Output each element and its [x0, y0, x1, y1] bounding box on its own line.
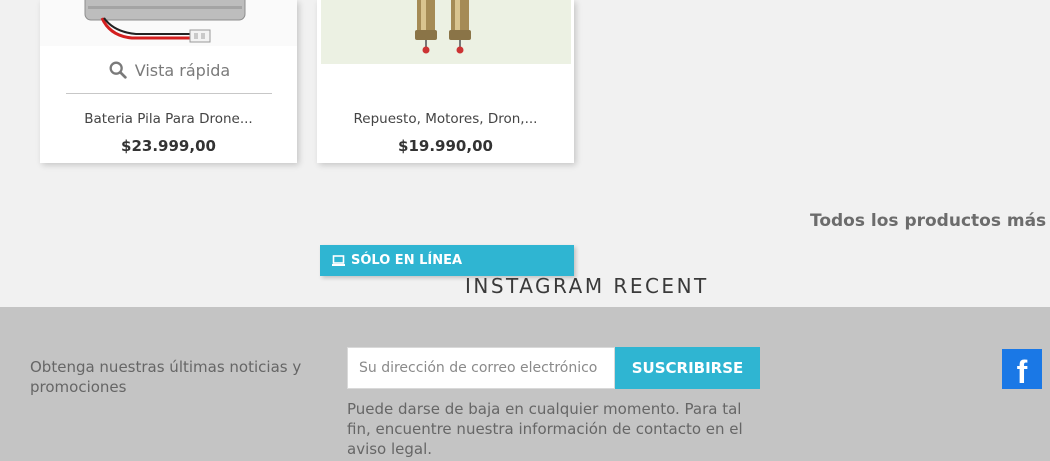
online-only-badge: SÓLO EN LÍNEA: [320, 245, 574, 276]
product-name-link[interactable]: Repuesto, Motores, Dron,...: [317, 111, 574, 127]
product-price: $19.990,00: [398, 137, 493, 155]
page: Vista rápida Bateria Pila Para Drone... …: [0, 0, 1050, 461]
product-price: $23.999,00: [121, 137, 216, 155]
instagram-section-title: INSTAGRAM RECENT: [465, 274, 709, 298]
product-image[interactable]: [317, 0, 574, 92]
product-card[interactable]: Vista rápida Bateria Pila Para Drone... …: [40, 0, 297, 163]
product-image[interactable]: [40, 0, 297, 46]
footer: Obtenga nuestras últimas noticias y prom…: [0, 307, 1050, 461]
product-name-link[interactable]: Bateria Pila Para Drone...: [40, 111, 297, 127]
search-icon: [109, 61, 127, 79]
facebook-icon: f: [1016, 354, 1028, 390]
all-products-link[interactable]: Todos los productos más vendidos: [810, 211, 1050, 231]
divider: [66, 93, 272, 94]
laptop-icon: [332, 255, 345, 266]
newsletter-label: Obtenga nuestras últimas noticias y prom…: [30, 358, 302, 396]
quick-view-button[interactable]: Vista rápida: [40, 46, 297, 94]
quick-view-label: Vista rápida: [134, 60, 231, 80]
subscribe-button[interactable]: SUSCRIBIRSE: [615, 347, 760, 389]
facebook-link[interactable]: f: [1002, 349, 1042, 389]
online-only-label: SÓLO EN LÍNEA: [351, 253, 463, 268]
product-card[interactable]: Repuesto, Motores, Dron,... $19.990,00: [317, 0, 574, 163]
unsubscribe-note: Puede darse de baja en cualquier momento…: [347, 400, 743, 458]
email-input[interactable]: [347, 347, 615, 389]
